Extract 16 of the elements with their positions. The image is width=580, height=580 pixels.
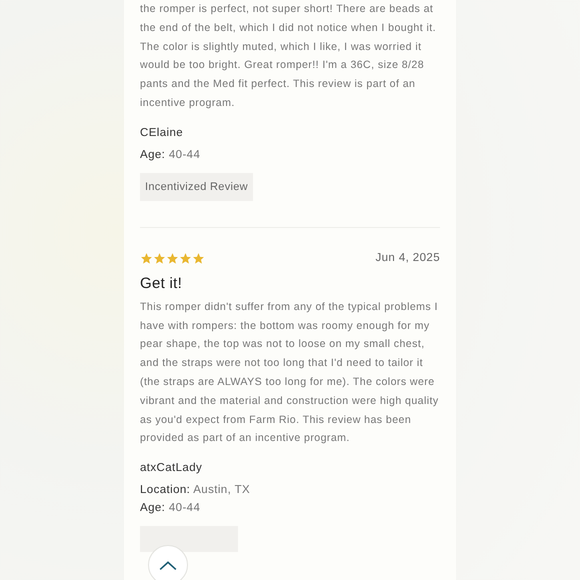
reviewer-detail: Location: Austin, TX xyxy=(140,484,252,496)
review-text: This romper didn't suffer from any of the typical problems I have with rompers: the bottom was roomy enough for my pear shape, the top was not to loose on my small chest, and the straps were not too long that I'd need to tailor it (the straps are ALWAYS too long for me). The colors were vibrant and the material and construction were high quality as you'd expect from Farm Rio. This review has been provided as part of an incentive program. xyxy=(140,300,440,446)
star-icon xyxy=(192,252,205,265)
star-icon xyxy=(140,252,153,265)
reviewer-name: CElaine xyxy=(140,126,184,139)
incentivized-tag: Incentivized Review xyxy=(140,172,253,201)
reviewer-name: atxCatLady xyxy=(140,462,204,474)
chevron-up-icon xyxy=(158,560,178,570)
star-icon xyxy=(179,252,192,265)
star-icon xyxy=(153,252,166,265)
review-title: Get it! xyxy=(140,274,184,292)
star-icon xyxy=(166,252,179,265)
review-date: Jun 4, 2025 xyxy=(375,252,440,264)
review-text: the romper is perfect, not super short! There are beads at the end of the belt, which I did not notice when I bought it. The color is slightly muted, which I like, I was worried it would be too bright. Great romper!! I'm a 36C, size 8/28 pants and the Med fit perfect. This review is part of an incentive program. xyxy=(140,2,437,111)
reviewer-detail: Age: 40-44 xyxy=(140,502,202,514)
reviewer-detail: Age: 40-44 xyxy=(140,148,202,161)
